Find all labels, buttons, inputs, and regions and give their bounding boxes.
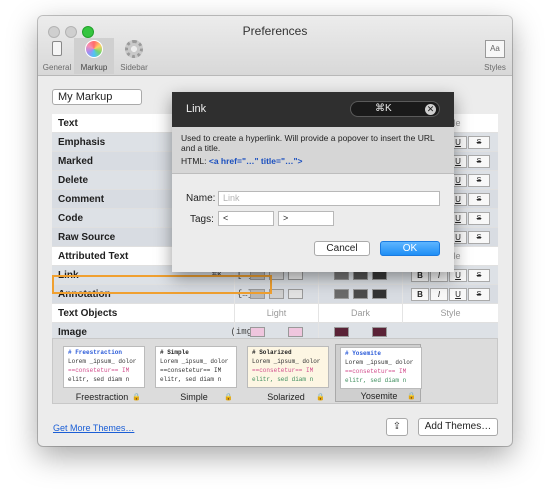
- theme-preview: # Simple Lorem _ipsum_ dolor ==consetetu…: [155, 346, 237, 388]
- shortcut-field[interactable]: ⌘K ✕: [350, 101, 440, 117]
- color-wheel-icon: [85, 40, 103, 58]
- toolbar-markup[interactable]: Markup: [74, 38, 114, 74]
- preview-line: ==consetetur== IM: [345, 368, 407, 375]
- titlebar: Preferences General Markup Sidebar Aa St…: [38, 16, 512, 76]
- dark-swatch[interactable]: [334, 327, 349, 337]
- preview-heading: # Freestraction: [68, 349, 123, 356]
- preview-line: ==consetetur== IM: [68, 367, 130, 374]
- dark-swatch[interactable]: [372, 327, 387, 337]
- dark-swatch[interactable]: [353, 289, 368, 299]
- dark-swatch[interactable]: [372, 289, 387, 299]
- preview-line: Lorem _ipsum_ dolor: [252, 358, 321, 365]
- preview-line: elitr, sed diam n: [160, 376, 222, 383]
- markup-select[interactable]: My Markup: [52, 89, 142, 105]
- cancel-button[interactable]: Cancel: [314, 241, 370, 256]
- window-title: Preferences: [242, 24, 308, 38]
- preview-line: elitr, sed diam n: [252, 376, 314, 383]
- style-buttons: B I U S: [402, 285, 498, 304]
- section-title: Text Objects: [58, 308, 118, 319]
- strike-toggle[interactable]: S: [468, 174, 490, 187]
- lock-icon: 🔒: [316, 394, 325, 401]
- html-line: HTML: <a href="…" title="…">: [181, 156, 445, 166]
- strike-toggle[interactable]: S: [468, 155, 490, 168]
- name-label: Name:: [186, 193, 216, 204]
- preview-line: elitr, sed diam n: [68, 376, 130, 383]
- theme-solarized[interactable]: # Solarized Lorem _ipsum_ dolor ==conset…: [243, 344, 329, 402]
- dark-column-label: Dark: [318, 304, 402, 323]
- preview-heading: # Solarized: [252, 349, 292, 356]
- strike-toggle[interactable]: S: [468, 193, 490, 206]
- link-sheet: Link ⌘K ✕ Used to create a hyperlink. Wi…: [172, 92, 454, 272]
- light-swatch[interactable]: [288, 289, 303, 299]
- share-button[interactable]: ⇪: [386, 418, 408, 436]
- style-column-label: Style: [402, 304, 498, 323]
- lock-icon: 🔒: [224, 394, 233, 401]
- html-code: <a href="…" title="…">: [208, 156, 303, 166]
- strike-toggle[interactable]: S: [468, 288, 490, 301]
- theme-simple[interactable]: # Simple Lorem _ipsum_ dolor ==consetetu…: [151, 344, 237, 402]
- strike-toggle[interactable]: S: [468, 212, 490, 225]
- toolbar-styles-label: Styles: [484, 63, 506, 72]
- phone-icon: [52, 41, 62, 56]
- dark-swatches: [318, 285, 402, 304]
- section-text-objects: Text Objects Light Dark Style: [52, 304, 498, 323]
- toolbar-general[interactable]: General: [40, 38, 74, 74]
- clear-shortcut-icon[interactable]: ✕: [425, 104, 436, 115]
- themes-strip: # Freestraction Lorem _ipsum_ dolor ==co…: [52, 338, 498, 404]
- theme-preview: # Freestraction Lorem _ipsum_ dolor ==co…: [63, 346, 145, 388]
- strike-toggle[interactable]: S: [468, 136, 490, 149]
- sheet-header: Link ⌘K ✕: [172, 92, 454, 127]
- lock-icon: 🔒: [407, 393, 416, 400]
- light-swatch[interactable]: [288, 327, 303, 337]
- underline-toggle[interactable]: U: [449, 288, 467, 301]
- theme-preview: # Yosemite Lorem _ipsum_ dolor ==consete…: [340, 347, 422, 389]
- open-tag-input[interactable]: <: [218, 211, 274, 226]
- toolbar-general-label: General: [42, 63, 72, 72]
- sheet-title: Link: [186, 103, 207, 115]
- tags-label: Tags:: [190, 214, 214, 225]
- italic-toggle[interactable]: I: [430, 288, 448, 301]
- selected-row-highlight: [52, 275, 272, 294]
- preferences-window: Preferences General Markup Sidebar Aa St…: [38, 16, 512, 446]
- bold-toggle[interactable]: B: [411, 288, 429, 301]
- html-label: HTML:: [181, 156, 207, 166]
- dark-swatch[interactable]: [334, 289, 349, 299]
- preview-line: elitr, sed diam n: [345, 377, 407, 384]
- preview-line: Lorem _ipsum_ dolor: [160, 358, 229, 365]
- toolbar-sidebar[interactable]: Sidebar: [114, 38, 154, 74]
- ok-button[interactable]: OK: [380, 241, 440, 256]
- preview-heading: # Yosemite: [345, 350, 382, 357]
- strike-toggle[interactable]: S: [468, 269, 490, 282]
- theme-freestraction[interactable]: # Freestraction Lorem _ipsum_ dolor ==co…: [59, 344, 145, 402]
- name-input[interactable]: Link: [218, 191, 440, 206]
- get-more-themes-link[interactable]: Get More Themes…: [53, 423, 134, 433]
- preview-line: Lorem _ipsum_ dolor: [68, 358, 137, 365]
- strike-toggle[interactable]: S: [468, 231, 490, 244]
- preview-line: ==consetetur== IM: [252, 367, 314, 374]
- light-swatch[interactable]: [250, 327, 265, 337]
- theme-preview: # Solarized Lorem _ipsum_ dolor ==conset…: [247, 346, 329, 388]
- styles-icon: Aa: [485, 40, 505, 58]
- toolbar-sidebar-label: Sidebar: [120, 63, 148, 72]
- add-themes-button[interactable]: Add Themes…: [418, 418, 498, 436]
- description-text: Used to create a hyperlink. Will provide…: [181, 133, 435, 153]
- preview-line: ==consetetur== IM: [160, 367, 222, 374]
- preview-line: Lorem _ipsum_ dolor: [345, 359, 414, 366]
- toolbar-styles[interactable]: Aa Styles: [478, 38, 512, 74]
- sheet-description: Used to create a hyperlink. Will provide…: [172, 127, 454, 174]
- gear-icon: [125, 40, 143, 58]
- shortcut-value: ⌘K: [375, 103, 392, 114]
- preview-heading: # Simple: [160, 349, 189, 356]
- share-icon: ⇪: [392, 421, 402, 432]
- toolbar-markup-label: Markup: [80, 63, 108, 72]
- lock-icon: 🔒: [132, 394, 141, 401]
- close-tag-input[interactable]: >: [278, 211, 334, 226]
- theme-yosemite[interactable]: # Yosemite Lorem _ipsum_ dolor ==consete…: [335, 344, 422, 402]
- light-column-label: Light: [234, 304, 318, 323]
